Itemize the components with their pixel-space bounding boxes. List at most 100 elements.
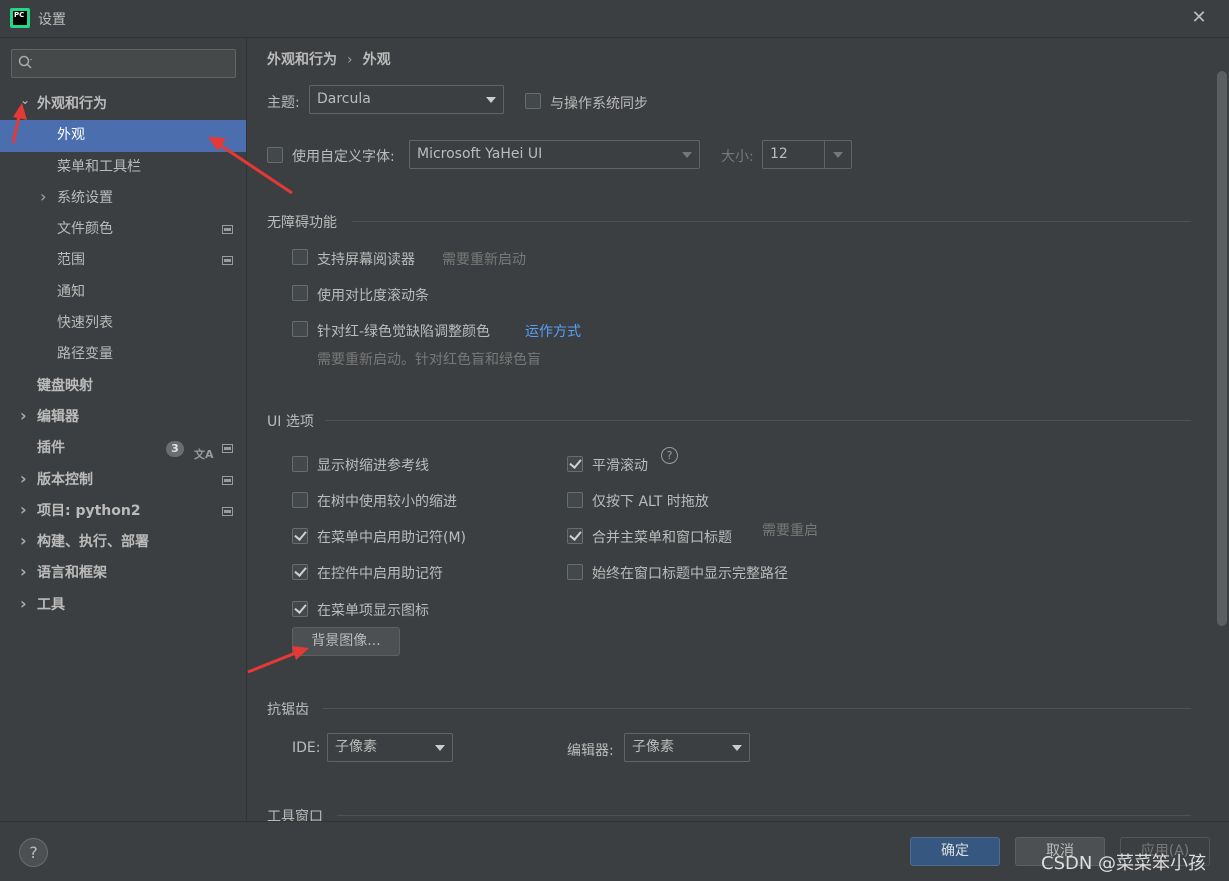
settings-sidebar: ⌄ 外观和行为 外观 菜单和工具栏 › 系统设置 文件颜色 范围 通知 快速列表 路径变量 键盘映射 ›… [0, 38, 247, 821]
custom-font-checkbox[interactable] [267, 147, 283, 163]
sidebar-item[interactable]: 外观 [0, 120, 246, 152]
section-divider [325, 420, 1191, 421]
chevron-right-icon[interactable]: › [20, 407, 32, 423]
ui-option-label: 在菜单项显示图标 [317, 603, 429, 619]
chevron-down-icon[interactable]: ⌄ [20, 94, 32, 106]
chevron-down-icon [732, 745, 742, 751]
chevron-right-icon[interactable]: › [20, 564, 32, 580]
breadcrumb-separator: › [347, 52, 353, 68]
sidebar-item[interactable]: 插件 3 文A [0, 433, 246, 464]
ui-options-section-title: UI 选项 [267, 414, 314, 430]
sidebar-item[interactable]: ⌄ 外观和行为 [0, 89, 246, 120]
ui-option-checkbox[interactable] [567, 564, 583, 580]
settings-content: 外观和行为 › 外观 主题: Darcula 与操作系统同步 使用自定义字体: Mi… [247, 38, 1216, 821]
close-icon[interactable]: ✕ [1189, 8, 1209, 28]
ide-antialiasing-select[interactable]: 子像素 [327, 733, 453, 762]
ui-option-label: 始终在窗口标题中显示完整路径 [592, 566, 788, 582]
color-blind-hint: 需要重新启动。针对红色盲和绿色盲 [317, 352, 541, 368]
ui-option-label: 仅按下 ALT 时拖放 [592, 494, 709, 510]
help-button[interactable]: ? [19, 838, 48, 867]
theme-label: 主题: [267, 95, 300, 111]
sync-os-checkbox[interactable] [525, 93, 541, 109]
ui-option-label: 在树中使用较小的缩进 [317, 494, 457, 510]
sidebar-item[interactable]: 快速列表 [0, 308, 246, 339]
project-level-icon [222, 506, 233, 516]
custom-font-label: 使用自定义字体: [292, 149, 395, 165]
section-divider [352, 221, 1191, 222]
content-scrollbar[interactable] [1216, 38, 1229, 821]
update-count-badge: 3 [166, 441, 184, 458]
chevron-right-icon[interactable]: › [20, 470, 32, 486]
ide-antialiasing-label: IDE: [292, 740, 321, 756]
background-image-button[interactable]: 背景图像... [292, 627, 400, 656]
color-blind-label: 针对红-绿色觉缺陷调整颜色 [317, 324, 491, 340]
ui-option-label: 显示树缩进参考线 [317, 458, 429, 474]
search-input[interactable] [11, 49, 236, 78]
sidebar-item-label: 项目: python2 [37, 502, 141, 519]
ui-option-label: 合并主菜单和窗口标题 [592, 530, 732, 546]
color-blind-checkbox[interactable] [292, 321, 308, 337]
sidebar-item[interactable]: › 项目: python2 [0, 496, 246, 527]
sidebar-item-label: 构建、执行、部署 [37, 534, 149, 551]
ui-option-checkbox[interactable] [292, 456, 308, 472]
sidebar-item[interactable]: 路径变量 [0, 339, 246, 370]
ui-option-checkbox[interactable] [567, 456, 583, 472]
antialiasing-section-title: 抗锯齿 [267, 702, 309, 718]
screen-reader-label: 支持屏幕阅读器 [317, 252, 415, 268]
chevron-right-icon[interactable]: › [40, 188, 52, 204]
sidebar-item-label: 外观和行为 [37, 96, 107, 112]
chevron-right-icon[interactable]: › [20, 501, 32, 517]
help-icon[interactable]: ? [661, 447, 678, 464]
breadcrumb-parent[interactable]: 外观和行为 [267, 52, 337, 68]
sidebar-item[interactable]: › 系统设置 [0, 183, 246, 214]
sidebar-item[interactable]: 文件颜色 [0, 214, 246, 245]
sidebar-item[interactable]: 键盘映射 [0, 371, 246, 402]
chevron-down-icon [435, 745, 445, 751]
sidebar-item-label: 编辑器 [37, 408, 79, 425]
font-family-select[interactable]: Microsoft YaHei UI [409, 140, 700, 169]
theme-select[interactable]: Darcula [309, 85, 504, 114]
ui-option-checkbox[interactable] [292, 601, 308, 617]
project-level-icon [222, 225, 233, 235]
sidebar-item-label: 系统设置 [57, 189, 113, 206]
screen-reader-hint: 需要重新启动 [442, 252, 526, 268]
ui-option-checkbox[interactable] [567, 492, 583, 508]
ui-option-label: 在控件中启用助记符 [317, 566, 443, 582]
how-it-works-link[interactable]: 运作方式 [525, 321, 581, 341]
chevron-down-icon [682, 152, 692, 158]
sidebar-item[interactable]: 菜单和工具栏 [0, 152, 246, 183]
project-level-icon [222, 256, 233, 266]
window-title: 设置 [38, 12, 66, 28]
ui-option-label: 平滑滚动 [592, 458, 648, 474]
theme-select-value: Darcula [317, 91, 371, 107]
contrast-scrollbars-checkbox[interactable] [292, 285, 308, 301]
ide-antialiasing-value: 子像素 [335, 739, 377, 755]
editor-antialiasing-value: 子像素 [632, 739, 674, 755]
sidebar-item[interactable]: › 编辑器 [0, 402, 246, 433]
editor-antialiasing-select[interactable]: 子像素 [624, 733, 750, 762]
font-size-select[interactable]: 12 [762, 140, 852, 169]
sidebar-item[interactable]: 通知 [0, 277, 246, 308]
sidebar-item-label: 语言和框架 [37, 565, 107, 582]
chevron-right-icon[interactable]: › [20, 595, 32, 611]
chevron-right-icon[interactable]: › [20, 533, 32, 549]
scrollbar-thumb[interactable] [1217, 71, 1227, 626]
sidebar-item[interactable]: › 构建、执行、部署 [0, 527, 246, 558]
sidebar-item[interactable]: › 语言和框架 [0, 558, 246, 589]
ok-button[interactable]: 确定 [910, 837, 1000, 866]
sidebar-item[interactable]: › 版本控制 [0, 465, 246, 496]
sidebar-item[interactable]: › 工具 [0, 590, 246, 621]
font-size-dropdown-button[interactable] [824, 141, 851, 168]
ui-option-checkbox[interactable] [292, 492, 308, 508]
ui-option-checkbox[interactable] [292, 528, 308, 544]
sidebar-item-label: 菜单和工具栏 [57, 158, 141, 175]
watermark: CSDN @菜菜笨小孩 [1041, 853, 1207, 874]
sync-os-label: 与操作系统同步 [550, 96, 648, 112]
section-divider [322, 708, 1191, 709]
ui-option-checkbox[interactable] [567, 528, 583, 544]
dialog-footer: ? 确定 取消 应用(A) CSDN @菜菜笨小孩 [0, 821, 1229, 881]
ui-option-checkbox[interactable] [292, 564, 308, 580]
sidebar-item-label: 工具 [37, 596, 65, 613]
screen-reader-checkbox[interactable] [292, 249, 308, 265]
sidebar-item[interactable]: 范围 [0, 245, 246, 276]
